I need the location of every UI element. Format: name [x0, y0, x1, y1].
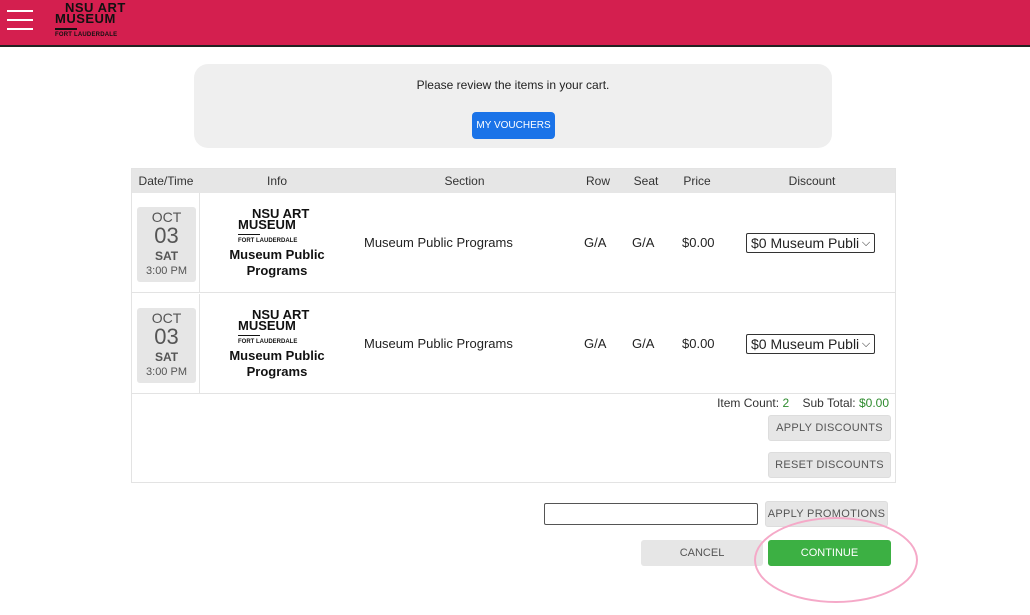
section-cell: Museum Public Programs	[364, 336, 513, 351]
seat-cell: G/A	[632, 336, 655, 351]
date-cell: OCT 03 SAT 3:00 PM	[132, 193, 200, 292]
date-cell: OCT 03 SAT 3:00 PM	[132, 294, 200, 393]
event-logo: NSU ART MUSEUM FORT LAUDERDALE	[238, 207, 328, 249]
price-cell: $0.00	[682, 235, 715, 250]
table-header: Date/Time Info Section Row Seat Price Di…	[132, 169, 895, 193]
top-bar: NSU ART MUSEUM FORT LAUDERDALE	[0, 0, 1030, 47]
date-badge: OCT 03 SAT 3:00 PM	[137, 308, 196, 383]
chevron-down-icon: ⌵	[859, 335, 873, 353]
info-cell: NSU ART MUSEUM FORT LAUDERDALE Museum Pu…	[202, 294, 352, 393]
event-logo-line-2: MUSEUM	[238, 217, 296, 232]
logo-line-2: MUSEUM	[55, 11, 116, 26]
item-count-value: 2	[782, 396, 790, 410]
event-logo-line-3: FORT LAUDERDALE	[238, 339, 298, 345]
date-badge: OCT 03 SAT 3:00 PM	[137, 207, 196, 282]
review-panel: Please review the items in your cart. MY…	[194, 64, 832, 148]
col-discount: Discount	[788, 174, 836, 188]
event-logo-divider	[238, 335, 260, 336]
logo-line-3: FORT LAUDERDALE	[55, 32, 118, 38]
my-vouchers-button[interactable]: MY VOUCHERS	[472, 112, 555, 139]
date-day: 03	[154, 223, 179, 248]
promo-code-input[interactable]	[544, 503, 758, 525]
review-message: Please review the items in your cart.	[416, 78, 610, 92]
discount-select[interactable]: $0 Museum Public ⌵	[746, 334, 875, 354]
seat-cell: G/A	[632, 235, 655, 250]
section-cell: Museum Public Programs	[364, 235, 513, 250]
event-logo-line-2: MUSEUM	[238, 318, 296, 333]
date-weekday: SAT	[154, 350, 179, 364]
event-logo-divider	[238, 234, 260, 235]
event-logo: NSU ART MUSEUM FORT LAUDERDALE	[238, 308, 328, 350]
chevron-down-icon: ⌵	[859, 234, 873, 252]
apply-promotions-button[interactable]: APPLY PROMOTIONS	[765, 501, 888, 527]
table-row: OCT 03 SAT 3:00 PM NSU ART MUSEUM FORT L…	[132, 294, 895, 394]
subtotal-value: $0.00	[858, 396, 889, 410]
date-time: 3:00 PM	[146, 265, 187, 277]
row-cell: G/A	[584, 235, 607, 250]
logo-divider	[55, 28, 77, 30]
row-cell: G/A	[584, 336, 607, 351]
col-seat: Seat	[633, 174, 659, 188]
cart-totals: Item Count: 2 Sub Total: $0.00	[717, 396, 889, 410]
apply-discounts-button[interactable]: APPLY DISCOUNTS	[768, 415, 891, 441]
cart-table: Date/Time Info Section Row Seat Price Di…	[131, 168, 896, 483]
continue-button[interactable]: CONTINUE	[768, 540, 891, 566]
item-count-label: Item Count:	[717, 396, 780, 410]
discount-select[interactable]: $0 Museum Public ⌵	[746, 233, 875, 253]
col-price: Price	[683, 174, 711, 188]
col-row: Row	[585, 174, 610, 188]
event-logo-line-3: FORT LAUDERDALE	[238, 238, 298, 244]
discount-select-value: $0 Museum Public	[751, 336, 867, 352]
info-cell: NSU ART MUSEUM FORT LAUDERDALE Museum Pu…	[202, 193, 352, 292]
discount-select-value: $0 Museum Public	[751, 235, 867, 251]
col-info: Info	[266, 174, 287, 188]
event-name: Museum Public Programs	[229, 247, 325, 278]
date-day: 03	[154, 324, 179, 349]
event-name: Museum Public Programs	[229, 348, 325, 379]
cancel-button[interactable]: CANCEL	[641, 540, 763, 566]
date-weekday: SAT	[154, 249, 179, 263]
price-cell: $0.00	[682, 336, 715, 351]
subtotal-label: Sub Total:	[802, 396, 856, 410]
museum-logo[interactable]: NSU ART MUSEUM FORT LAUDERDALE	[55, 1, 145, 41]
reset-discounts-button[interactable]: RESET DISCOUNTS	[768, 452, 891, 478]
table-row: OCT 03 SAT 3:00 PM NSU ART MUSEUM FORT L…	[132, 193, 895, 293]
col-datetime: Date/Time	[138, 174, 194, 188]
col-section: Section	[444, 174, 485, 188]
date-time: 3:00 PM	[146, 366, 187, 378]
hamburger-icon[interactable]	[7, 10, 33, 32]
